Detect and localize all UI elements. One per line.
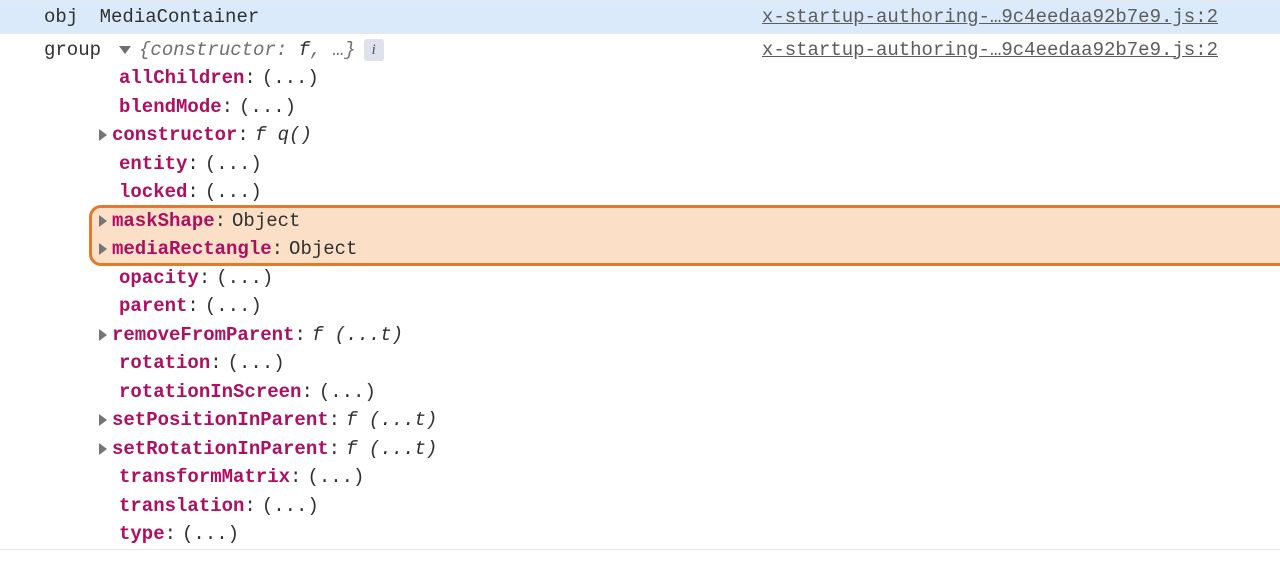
group-badge: group	[44, 36, 101, 65]
property-value: f (...t)	[312, 321, 403, 350]
property-key: translation	[119, 492, 244, 521]
colon: :	[290, 463, 301, 492]
console-row-left: group {constructor: f, …} i	[0, 36, 762, 65]
property-value: f (...t)	[346, 435, 437, 464]
expand-toggle-icon[interactable]	[99, 443, 107, 455]
property-row-blendMode: blendMode:(...)	[119, 93, 1280, 122]
property-value: (...)	[307, 463, 364, 492]
property-row-parent: parent:(...)	[119, 292, 1280, 321]
property-row-setPositionInParent[interactable]: setPositionInParent:f (...t)	[99, 406, 1280, 435]
colon: :	[329, 406, 340, 435]
property-key: rotation	[119, 349, 210, 378]
console-row-source: x-startup-authoring-…9c4eedaa92b7e9.js:2	[762, 3, 1280, 32]
property-key: mediaRectangle	[112, 235, 272, 264]
obj-badge: obj	[44, 3, 78, 32]
property-row-setRotationInParent[interactable]: setRotationInParent:f (...t)	[99, 435, 1280, 464]
expand-toggle-icon[interactable]	[99, 329, 107, 341]
object-properties: allChildren:(...)blendMode:(...)construc…	[0, 64, 1280, 549]
summary-key: constructor	[150, 39, 275, 61]
source-link[interactable]: x-startup-authoring-…9c4eedaa92b7e9.js:2	[762, 39, 1218, 61]
colon: :	[272, 235, 283, 264]
object-summary: {constructor: f, …}	[139, 36, 356, 65]
obj-title: MediaContainer	[100, 3, 260, 32]
console-row-group: group {constructor: f, …} i x-startup-au…	[0, 34, 1280, 550]
property-value: (...)	[262, 64, 319, 93]
expand-toggle-icon[interactable]	[99, 243, 107, 255]
colon: :	[187, 178, 198, 207]
console-row-obj[interactable]: obj MediaContainer x-startup-authoring-……	[0, 0, 1280, 34]
property-key: removeFromParent	[112, 321, 294, 350]
property-value: (...)	[216, 264, 273, 293]
colon: :	[222, 93, 233, 122]
property-value: f q()	[255, 121, 312, 150]
property-row-mediaRectangle[interactable]: mediaRectangle:Object	[99, 235, 1280, 264]
console-row-source: x-startup-authoring-…9c4eedaa92b7e9.js:2	[762, 36, 1280, 65]
property-value: Object	[232, 207, 300, 236]
colon: :	[187, 150, 198, 179]
summary-rest: , …}	[310, 39, 356, 61]
property-value: Object	[289, 235, 357, 264]
colon: :	[237, 121, 248, 150]
property-row-maskShape[interactable]: maskShape:Object	[99, 207, 1280, 236]
colon: :	[294, 321, 305, 350]
property-key: locked	[119, 178, 187, 207]
expand-toggle-icon[interactable]	[99, 129, 107, 141]
property-row-entity: entity:(...)	[119, 150, 1280, 179]
property-row-transformMatrix: transformMatrix:(...)	[119, 463, 1280, 492]
summary-f: f	[299, 39, 310, 61]
expand-toggle-icon[interactable]	[119, 46, 131, 54]
source-link[interactable]: x-startup-authoring-…9c4eedaa92b7e9.js:2	[762, 6, 1218, 28]
property-value: (...)	[228, 349, 285, 378]
property-row-locked: locked:(...)	[119, 178, 1280, 207]
info-icon[interactable]: i	[364, 39, 384, 61]
property-row-opacity: opacity:(...)	[119, 264, 1280, 293]
property-value: f (...t)	[346, 406, 437, 435]
property-row-rotation: rotation:(...)	[119, 349, 1280, 378]
property-value: (...)	[319, 378, 376, 407]
property-key: type	[119, 520, 165, 549]
expand-toggle-icon[interactable]	[99, 414, 107, 426]
property-row-allChildren: allChildren:(...)	[119, 64, 1280, 93]
property-value: (...)	[182, 520, 239, 549]
colon: :	[199, 264, 210, 293]
colon: :	[165, 520, 176, 549]
colon: :	[329, 435, 340, 464]
property-row-type: type:(...)	[119, 520, 1280, 549]
property-value: (...)	[205, 178, 262, 207]
property-key: allChildren	[119, 64, 244, 93]
colon: :	[244, 492, 255, 521]
colon: :	[244, 64, 255, 93]
property-key: entity	[119, 150, 187, 179]
property-key: transformMatrix	[119, 463, 290, 492]
colon: :	[301, 378, 312, 407]
property-row-removeFromParent[interactable]: removeFromParent:f (...t)	[99, 321, 1280, 350]
property-row-translation: translation:(...)	[119, 492, 1280, 521]
expand-toggle-icon[interactable]	[99, 215, 107, 227]
property-value: (...)	[205, 292, 262, 321]
console-row-left: obj MediaContainer	[0, 3, 762, 32]
property-key: maskShape	[112, 207, 215, 236]
property-value: (...)	[205, 150, 262, 179]
property-key: blendMode	[119, 93, 222, 122]
colon: :	[215, 207, 226, 236]
property-value: (...)	[239, 93, 296, 122]
property-key: rotationInScreen	[119, 378, 301, 407]
colon: :	[210, 349, 221, 378]
group-header[interactable]: group {constructor: f, …} i	[44, 36, 384, 65]
property-key: parent	[119, 292, 187, 321]
summary-sep: :	[276, 39, 299, 61]
property-key: setPositionInParent	[112, 406, 329, 435]
colon: :	[187, 292, 198, 321]
property-row-rotationInScreen: rotationInScreen:(...)	[119, 378, 1280, 407]
property-key: opacity	[119, 264, 199, 293]
property-row-constructor[interactable]: constructor:f q()	[99, 121, 1280, 150]
property-value: (...)	[262, 492, 319, 521]
property-key: setRotationInParent	[112, 435, 329, 464]
brace: {	[139, 39, 150, 61]
property-key: constructor	[112, 121, 237, 150]
